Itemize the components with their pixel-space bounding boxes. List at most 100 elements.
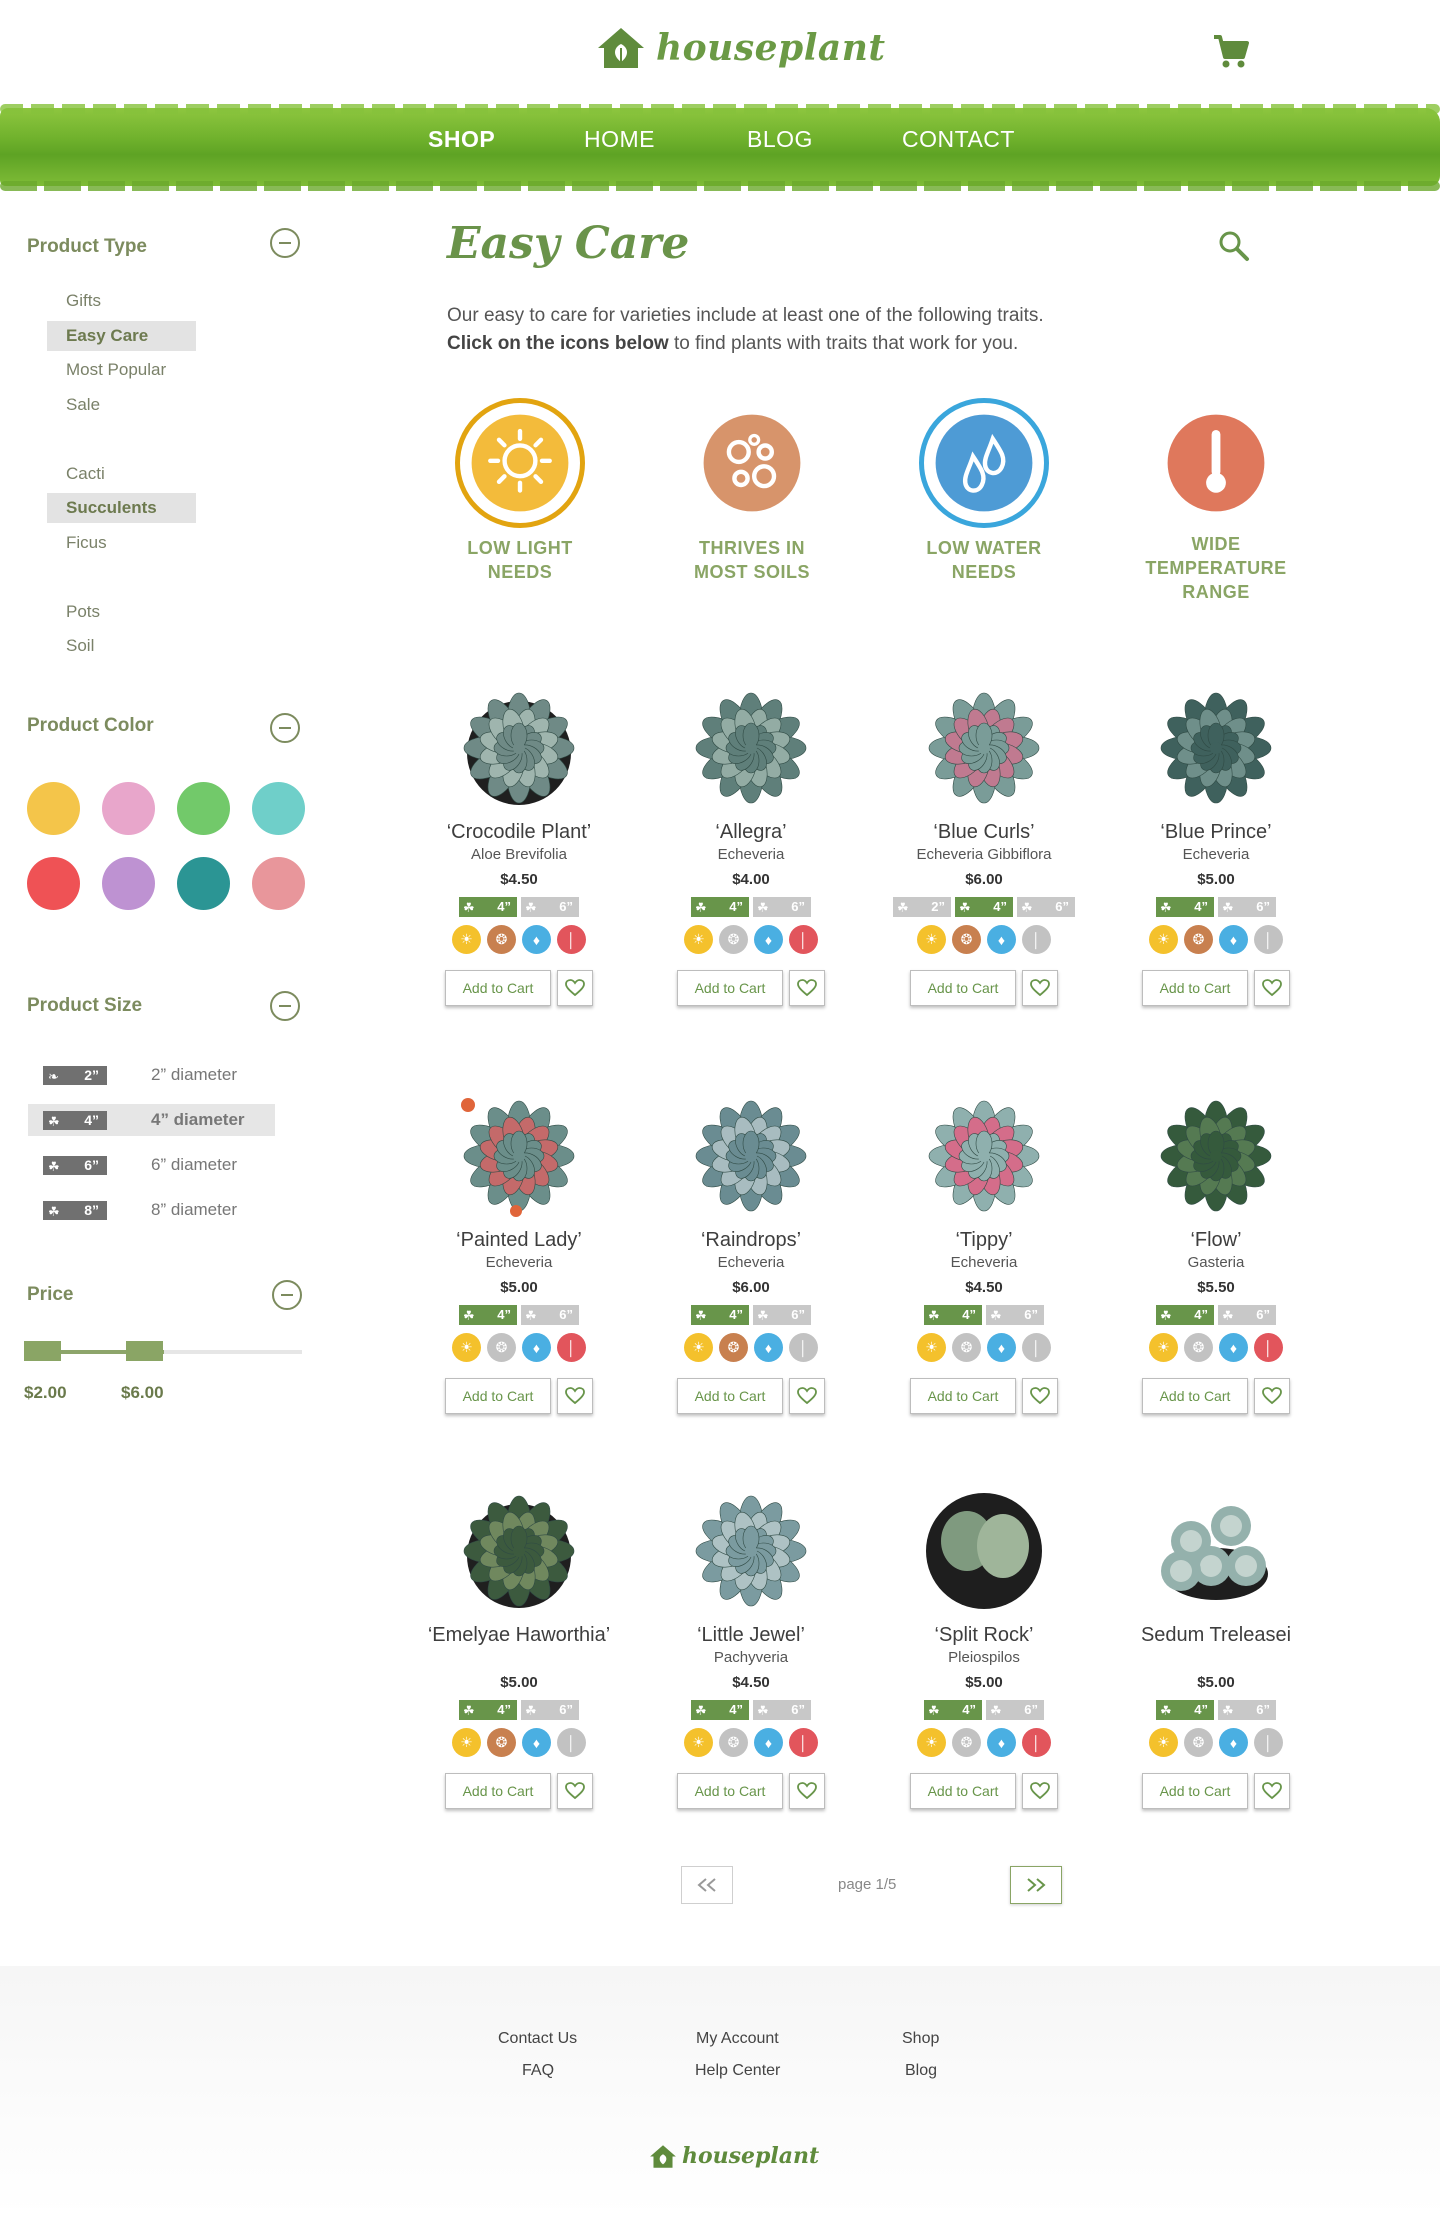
footer-help-center[interactable]: Help Center (695, 2062, 780, 2080)
add-to-cart-button[interactable]: Add to Cart (1142, 970, 1248, 1006)
size-badge[interactable]: ☘ 6” (753, 1700, 811, 1720)
product-image[interactable] (919, 1486, 1049, 1616)
filter-ficus[interactable]: Ficus (47, 528, 196, 558)
product-image-wrap[interactable] (686, 683, 816, 813)
trait-filter[interactable]: THRIVES IN MOST SOILS (652, 398, 852, 584)
trait-filter[interactable]: WIDE TEMPERATURE RANGE (1116, 398, 1316, 604)
product-image-wrap[interactable] (454, 1091, 584, 1221)
size-filter-row[interactable]: ❧ 2” 2” diameter (28, 1059, 275, 1091)
size-badge[interactable]: ☘ 6” (1218, 897, 1276, 917)
collapse-price-icon[interactable] (272, 1280, 302, 1310)
size-badge[interactable]: ☘ 4” (955, 897, 1013, 917)
product-image-wrap[interactable] (686, 1091, 816, 1221)
product-image-wrap[interactable] (1151, 683, 1281, 813)
product-name[interactable]: ‘Allegra’ (636, 821, 866, 844)
color-swatch[interactable] (27, 782, 80, 835)
size-badge[interactable]: ☘ 4” (459, 1700, 517, 1720)
filter-succulents[interactable]: Succulents (47, 493, 196, 523)
trait-filter[interactable]: LOW WATER NEEDS (884, 398, 1084, 584)
size-badge[interactable]: ☘ 4” (691, 1305, 749, 1325)
product-image-wrap[interactable] (919, 683, 1049, 813)
filter-pots[interactable]: Pots (47, 597, 196, 627)
size-badge[interactable]: ☘ 4” (1156, 1700, 1214, 1720)
shopping-cart-icon[interactable] (1212, 34, 1250, 75)
nav-blog[interactable]: BLOG (747, 126, 813, 153)
product-image-wrap[interactable] (454, 683, 584, 813)
size-badge[interactable]: ☘ 4” (924, 1700, 982, 1720)
size-badge[interactable]: ☘ 6” (1218, 1700, 1276, 1720)
nav-shop[interactable]: SHOP (428, 126, 495, 153)
size-badge[interactable]: ☘ 4” (1156, 897, 1214, 917)
add-to-cart-button[interactable]: Add to Cart (1142, 1773, 1248, 1809)
product-image[interactable] (919, 683, 1049, 813)
filter-soil[interactable]: Soil (47, 631, 196, 661)
product-image[interactable] (686, 1091, 816, 1221)
size-badge[interactable]: ☘ 6” (521, 1700, 579, 1720)
product-name[interactable]: Sedum Treleasei (1101, 1624, 1331, 1647)
size-badge[interactable]: ☘ 4” (691, 897, 749, 917)
add-to-cart-button[interactable]: Add to Cart (1142, 1378, 1248, 1414)
product-image[interactable] (686, 1486, 816, 1616)
size-badge[interactable]: ☘ 6” (753, 1305, 811, 1325)
wishlist-button[interactable] (789, 1378, 825, 1414)
filter-easy-care[interactable]: Easy Care (47, 321, 196, 351)
size-filter-row[interactable]: ☘ 4” 4” diameter (28, 1104, 275, 1136)
price-min-handle[interactable] (24, 1341, 61, 1361)
add-to-cart-button[interactable]: Add to Cart (910, 970, 1016, 1006)
wishlist-button[interactable] (557, 1378, 593, 1414)
wishlist-button[interactable] (1254, 1773, 1290, 1809)
product-image-wrap[interactable] (454, 1486, 584, 1616)
wishlist-button[interactable] (1254, 970, 1290, 1006)
product-name[interactable]: ‘Emelyae Haworthia’ (404, 1624, 634, 1647)
product-image[interactable] (454, 683, 584, 813)
product-name[interactable]: ‘Split Rock’ (869, 1624, 1099, 1647)
product-name[interactable]: ‘Blue Prince’ (1101, 821, 1331, 844)
filter-cacti[interactable]: Cacti (47, 459, 196, 489)
footer-my-account[interactable]: My Account (696, 2030, 779, 2048)
size-badge[interactable]: ☘ 4” (1156, 1305, 1214, 1325)
prev-page-button[interactable] (681, 1866, 733, 1904)
product-name[interactable]: ‘Crocodile Plant’ (404, 821, 634, 844)
product-image[interactable] (1151, 1486, 1281, 1616)
product-image[interactable] (1151, 1091, 1281, 1221)
wishlist-button[interactable] (1022, 1378, 1058, 1414)
wishlist-button[interactable] (1254, 1378, 1290, 1414)
wishlist-button[interactable] (1022, 970, 1058, 1006)
nav-home[interactable]: HOME (584, 126, 655, 153)
product-image[interactable] (686, 683, 816, 813)
collapse-product-color-icon[interactable] (270, 713, 300, 743)
add-to-cart-button[interactable]: Add to Cart (677, 1773, 783, 1809)
size-badge[interactable]: ☘ 4” (691, 1700, 749, 1720)
size-badge[interactable]: ☘ 4” (459, 897, 517, 917)
size-badge[interactable]: ☘ 6” (1017, 897, 1075, 917)
add-to-cart-button[interactable]: Add to Cart (445, 1773, 551, 1809)
color-swatch[interactable] (177, 857, 230, 910)
product-image-wrap[interactable] (919, 1091, 1049, 1221)
product-image-wrap[interactable] (919, 1486, 1049, 1616)
wishlist-button[interactable] (557, 1773, 593, 1809)
size-badge[interactable]: ☘ 2” (893, 897, 951, 917)
wishlist-button[interactable] (789, 970, 825, 1006)
add-to-cart-button[interactable]: Add to Cart (910, 1378, 1016, 1414)
product-name[interactable]: ‘Little Jewel’ (636, 1624, 866, 1647)
size-badge[interactable]: ☘ 6” (986, 1700, 1044, 1720)
size-badge[interactable]: ☘ 6” (521, 1305, 579, 1325)
color-swatch[interactable] (252, 782, 305, 835)
color-swatch[interactable] (177, 782, 230, 835)
next-page-button[interactable] (1010, 1866, 1062, 1904)
add-to-cart-button[interactable]: Add to Cart (677, 1378, 783, 1414)
product-name[interactable]: ‘Flow’ (1101, 1229, 1331, 1252)
wishlist-button[interactable] (789, 1773, 825, 1809)
product-image-wrap[interactable] (1151, 1091, 1281, 1221)
add-to-cart-button[interactable]: Add to Cart (910, 1773, 1016, 1809)
footer-logo[interactable]: houseplant (649, 2143, 819, 2169)
product-name[interactable]: ‘Blue Curls’ (869, 821, 1099, 844)
trait-filter[interactable]: LOW LIGHT NEEDS (420, 398, 620, 584)
filter-gifts[interactable]: Gifts (47, 286, 196, 316)
collapse-product-type-icon[interactable] (270, 228, 300, 258)
product-image[interactable] (919, 1091, 1049, 1221)
color-swatch[interactable] (102, 857, 155, 910)
product-name[interactable]: ‘Raindrops’ (636, 1229, 866, 1252)
color-swatch[interactable] (27, 857, 80, 910)
size-badge[interactable]: ☘ 4” (459, 1305, 517, 1325)
